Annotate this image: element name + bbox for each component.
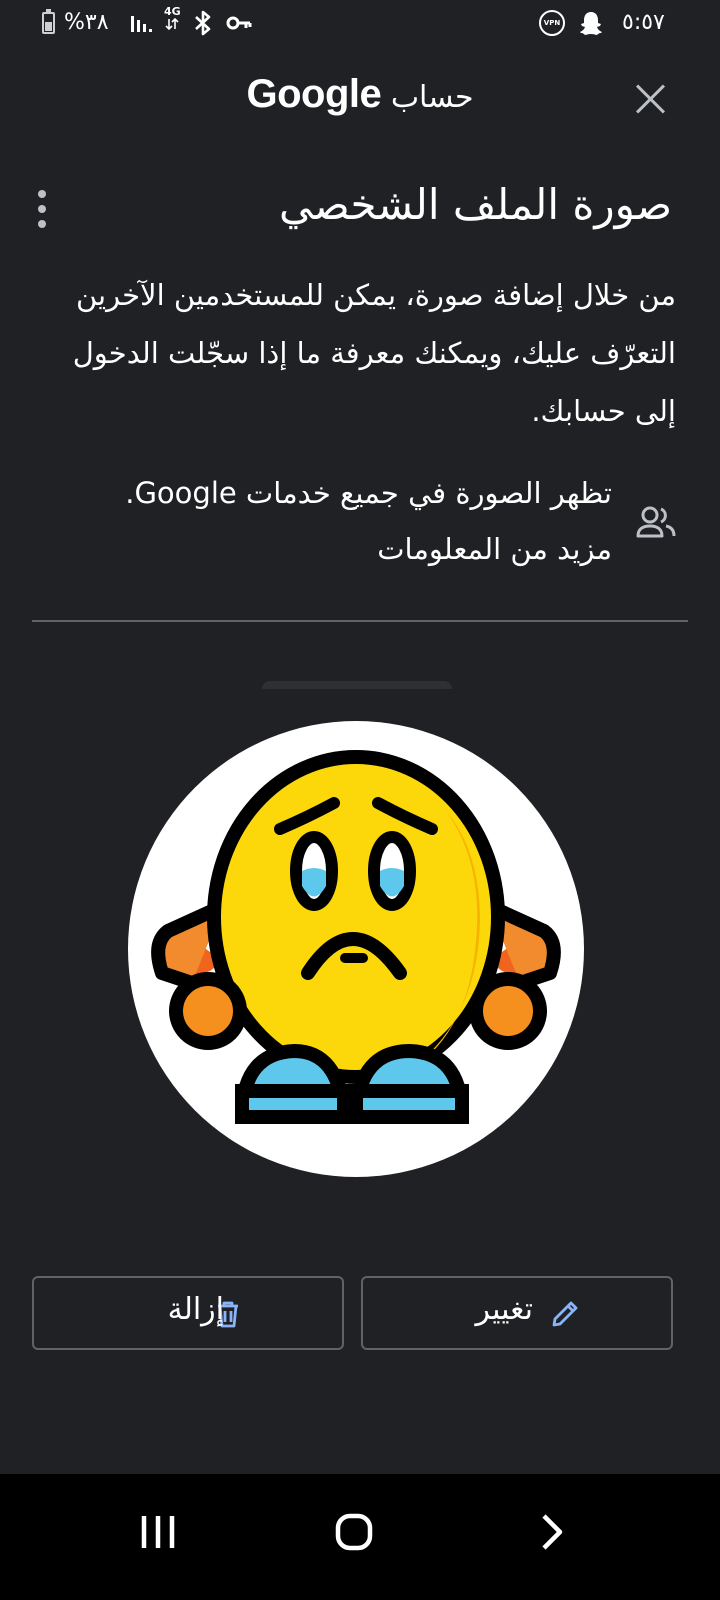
page-title: صورة الملف الشخصي: [279, 180, 672, 229]
drag-handle: [262, 681, 452, 689]
app-title: حساب Google: [0, 72, 720, 117]
back-icon[interactable]: [522, 1502, 582, 1562]
signal-icon: [130, 12, 154, 43]
info-text-line: تظهر الصورة في جميع خدمات Google.: [125, 476, 612, 510]
key-icon: [226, 12, 252, 42]
home-icon[interactable]: [324, 1502, 384, 1562]
app-bar: حساب Google: [0, 62, 720, 132]
app-title-prefix: حساب: [390, 80, 474, 115]
info-text: تظهر الصورة في جميع خدمات Google. مزيد م…: [32, 465, 612, 577]
page-description: من خلال إضافة صورة، يمكن للمستخدمين الآخ…: [72, 278, 676, 428]
vpn-icon: VPN: [539, 10, 565, 36]
remove-button[interactable]: إزالة: [32, 1276, 344, 1350]
remove-button-label: إزالة: [167, 1292, 224, 1327]
change-button-label: تغيير: [475, 1292, 533, 1327]
snapchat-icon: [578, 10, 604, 45]
profile-avatar: [128, 721, 584, 1177]
google-logo-text: Google: [246, 72, 382, 116]
navigation-bar: [0, 1474, 720, 1600]
recent-apps-icon[interactable]: [128, 1502, 188, 1562]
sad-emoji-avatar: [151, 750, 561, 1124]
bluetooth-icon: [192, 10, 214, 45]
divider: [32, 620, 688, 622]
close-icon[interactable]: [632, 80, 670, 118]
info-row: تظهر الصورة في جميع خدمات Google. مزيد م…: [26, 465, 676, 575]
clock: ٥:٥٧: [622, 10, 665, 35]
more-options-icon[interactable]: [34, 190, 50, 230]
status-bar: %٣٨ 4G VPN ٥:٥٧: [0, 0, 720, 46]
network-label: 4G: [164, 5, 181, 18]
pencil-icon: [549, 1298, 581, 1330]
people-icon: [636, 505, 676, 539]
change-button[interactable]: تغيير: [361, 1276, 673, 1350]
learn-more-link[interactable]: مزيد من المعلومات: [32, 521, 612, 577]
network-type-icon: 4G: [164, 6, 181, 33]
battery-icon: [42, 9, 55, 34]
battery-percent: %٣٨: [64, 10, 109, 35]
